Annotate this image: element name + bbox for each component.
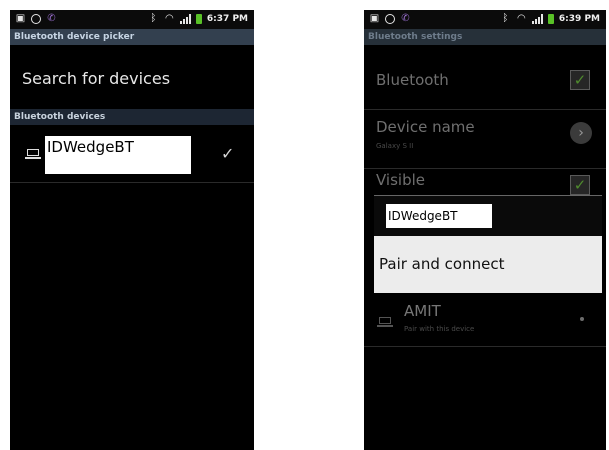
bluetooth-settings-screen: ▣ ✆ ᛒ ◠ 6:39 PM Bluetooth settings Bluet… <box>364 10 606 450</box>
section-header-bluetooth-devices: Bluetooth devices <box>10 109 254 125</box>
divider <box>10 182 254 183</box>
sync-icon <box>31 13 41 24</box>
divider <box>364 346 606 347</box>
check-icon: ✓ <box>221 144 235 163</box>
laptop-icon <box>377 317 393 327</box>
device-name-value: Galaxy S II <box>376 142 414 150</box>
device-name-label: Device name <box>376 118 475 136</box>
paired-device-row[interactable]: AMIT Pair with this device <box>364 295 606 345</box>
notification-icon: ▣ <box>15 13 26 24</box>
laptop-icon <box>25 149 41 159</box>
paired-device-name: AMIT <box>404 302 441 320</box>
bluetooth-label: Bluetooth <box>376 71 449 89</box>
signal-icon <box>531 13 543 24</box>
battery-icon <box>195 13 202 24</box>
missed-call-icon: ✆ <box>401 13 410 24</box>
bluetooth-device-picker-screen: ▣ ✆ ᛒ ◠ 6:37 PM Bluetooth device picker … <box>10 10 254 450</box>
status-bar: ▣ ✆ ᛒ ◠ 6:37 PM <box>10 10 254 29</box>
visible-checkbox[interactable]: ✓ <box>570 175 590 195</box>
chevron-right-icon: › <box>570 122 592 144</box>
pair-dialog: IDWedgeBT Pair and connect <box>374 195 602 293</box>
dialog-title: IDWedgeBT <box>374 195 602 236</box>
signal-icon <box>179 13 191 24</box>
visible-row[interactable]: Visible ✓ <box>364 169 606 197</box>
screen-title: Bluetooth device picker <box>10 29 254 45</box>
search-for-devices-button[interactable]: Search for devices <box>10 45 254 105</box>
status-time: 6:37 PM <box>206 13 248 24</box>
status-dot <box>580 317 584 321</box>
pair-and-connect-option[interactable]: Pair and connect <box>374 236 602 293</box>
wifi-icon: ◠ <box>165 13 174 24</box>
paired-device-subtitle: Pair with this device <box>404 325 475 333</box>
status-time: 6:39 PM <box>558 13 600 24</box>
device-name-row[interactable]: Device name Galaxy S II › <box>364 110 606 168</box>
search-for-devices-label: Search for devices <box>22 69 171 88</box>
dialog-device-name: IDWedgeBT <box>386 204 492 228</box>
bluetooth-icon: ᛒ <box>150 13 157 24</box>
missed-call-icon: ✆ <box>47 13 56 24</box>
sync-icon <box>385 13 395 24</box>
battery-icon <box>547 13 554 24</box>
visible-label: Visible <box>376 171 425 189</box>
device-name: IDWedgeBT <box>45 136 191 174</box>
wifi-icon: ◠ <box>517 13 526 24</box>
bluetooth-icon: ᛒ <box>502 13 509 24</box>
screen-title: Bluetooth settings <box>364 29 606 45</box>
bluetooth-checkbox[interactable]: ✓ <box>570 70 590 90</box>
bluetooth-toggle-row[interactable]: Bluetooth ✓ <box>364 45 606 97</box>
status-bar: ▣ ✆ ᛒ ◠ 6:39 PM <box>364 10 606 29</box>
notification-icon: ▣ <box>369 13 380 24</box>
device-list-item[interactable]: IDWedgeBT ✓ <box>10 125 254 182</box>
